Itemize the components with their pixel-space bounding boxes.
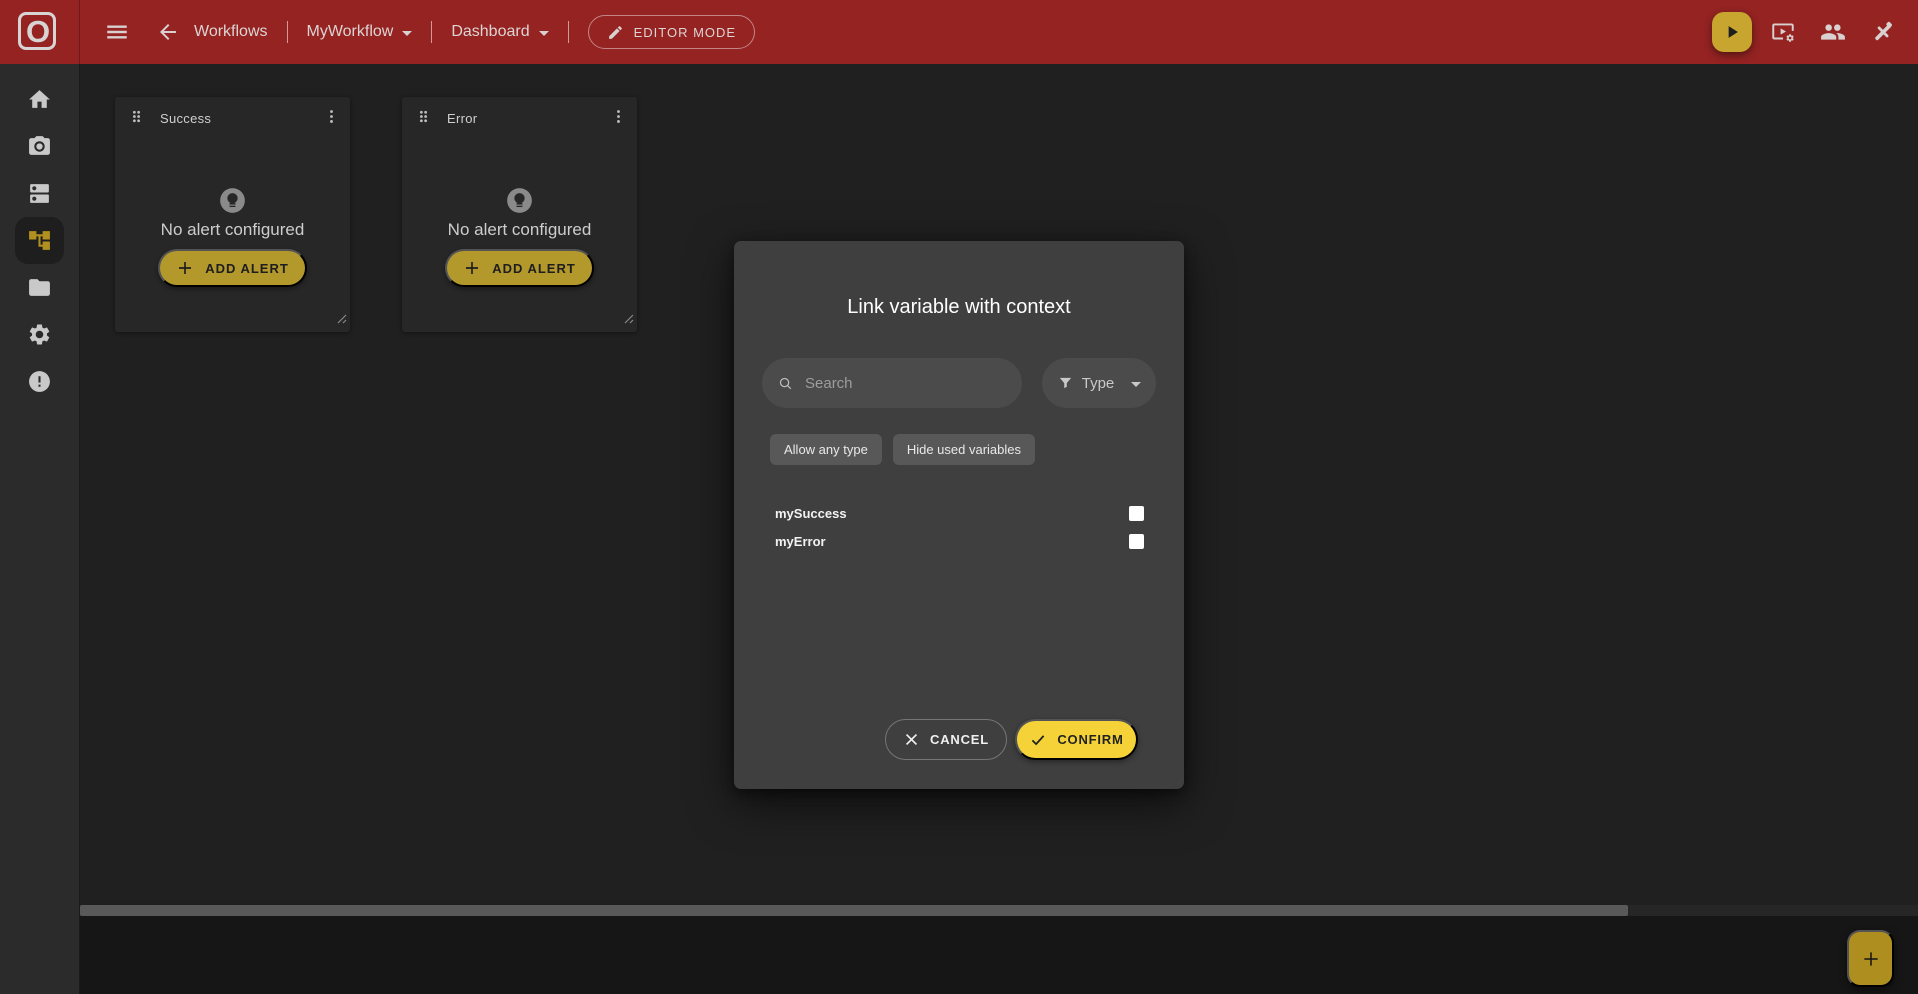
add-alert-button[interactable]: ADD ALERT [445,249,594,287]
add-widget-fab[interactable] [1847,930,1894,987]
settings-icon [27,322,52,347]
card-title: Success [160,111,211,126]
sidebar-item-files[interactable] [0,264,80,311]
confirm-button[interactable]: CONFIRM [1015,719,1138,760]
add-alert-button[interactable]: ADD ALERT [158,249,307,287]
widget-card-success: Success No alert configured ADD ALERT [115,97,350,332]
cancel-button[interactable]: CANCEL [885,719,1007,760]
card-header: Error [402,107,637,133]
sidebar-item-home[interactable] [0,76,80,123]
drag-handle-icon[interactable] [128,108,145,130]
variable-name: mySuccess [775,506,847,521]
video-settings-icon[interactable] [1764,13,1802,51]
lightbulb-circle-icon [115,187,350,214]
error-icon [27,369,52,394]
separator [431,21,432,43]
breadcrumb-workflows[interactable]: Workflows [194,23,268,41]
sidebar-item-workflows[interactable] [0,217,80,264]
more-vert-icon[interactable] [323,108,340,130]
cancel-label: CANCEL [930,732,989,747]
search-icon [778,374,793,393]
dns-icon [27,181,52,206]
separator [568,21,569,43]
search-field[interactable] [762,358,1022,408]
workflow-name-label: MyWorkflow [307,23,394,41]
add-alert-label: ADD ALERT [205,261,289,276]
sidebar-item-dashboards[interactable] [0,170,80,217]
chip-allow-any-type[interactable]: Allow any type [770,434,882,465]
chevron-down-icon [402,31,412,36]
topbar-divider-line [79,0,80,64]
camera-icon [27,134,52,159]
folder-icon [27,275,52,300]
variable-name: myError [775,534,826,549]
top-bar: O Workflows MyWorkflow Dashboard EDITOR … [0,0,1918,64]
sidebar-item-camera[interactable] [0,123,80,170]
add-icon [1861,949,1881,969]
horizontal-scrollbar-thumb[interactable] [80,905,1628,916]
editor-mode-label: EDITOR MODE [634,25,737,40]
workflow-name-dropdown[interactable]: MyWorkflow [307,23,413,41]
search-input[interactable] [803,374,1006,393]
card-header: Success [115,107,350,133]
dialog-title: Link variable with context [734,296,1184,319]
pencil-icon [607,24,624,41]
close-icon [903,731,920,748]
card-empty-message: No alert configured [402,220,637,240]
filter-chips: Allow any type Hide used variables [770,434,1035,465]
run-button[interactable] [1712,12,1752,52]
card-empty-message: No alert configured [115,220,350,240]
type-filter-label: Type [1082,375,1115,392]
home-icon [27,87,52,112]
resize-handle[interactable] [337,311,347,329]
link-variable-dialog: Link variable with context Type Allow an… [734,241,1184,789]
construction-icon[interactable] [1864,13,1902,51]
topbar-actions [1712,12,1902,52]
variable-row[interactable]: mySuccess [775,499,1144,527]
variable-checkbox[interactable] [1129,506,1144,521]
chevron-down-icon [539,31,549,36]
card-title: Error [447,111,477,126]
chevron-down-icon [1131,382,1141,387]
app-root: O Workflows MyWorkflow Dashboard EDITOR … [0,0,1918,994]
horizontal-scrollbar-track[interactable] [80,905,1918,916]
filter-icon [1057,375,1074,392]
logo-letter: O [16,10,60,54]
group-icon[interactable] [1814,13,1852,51]
workflow-tree-icon [27,228,52,253]
play-icon [1722,22,1742,42]
dialog-actions: CANCEL CONFIRM [734,719,1184,760]
view-dropdown[interactable]: Dashboard [451,23,548,41]
resize-handle[interactable] [624,311,634,329]
lightbulb-circle-icon [402,187,637,214]
confirm-label: CONFIRM [1057,732,1123,747]
type-filter-dropdown[interactable]: Type [1042,358,1156,408]
view-name-label: Dashboard [451,23,529,41]
check-icon [1029,731,1047,749]
chip-hide-used-variables[interactable]: Hide used variables [893,434,1035,465]
sidebar-item-settings[interactable] [0,311,80,358]
bottom-panel [80,916,1918,994]
separator [287,21,288,43]
menu-icon[interactable] [104,19,130,45]
plus-icon [463,259,481,277]
drag-handle-icon[interactable] [415,108,432,130]
add-alert-label: ADD ALERT [492,261,576,276]
variable-checkbox[interactable] [1129,534,1144,549]
app-logo[interactable]: O [16,10,60,54]
sidebar [0,64,80,994]
variable-row[interactable]: myError [775,527,1144,555]
widget-card-error: Error No alert configured ADD ALERT [402,97,637,332]
plus-icon [176,259,194,277]
variable-list: mySuccess myError [734,499,1184,555]
editor-mode-button[interactable]: EDITOR MODE [588,15,756,49]
sidebar-item-alerts[interactable] [0,358,80,405]
back-arrow-icon[interactable] [156,20,180,44]
more-vert-icon[interactable] [610,108,627,130]
